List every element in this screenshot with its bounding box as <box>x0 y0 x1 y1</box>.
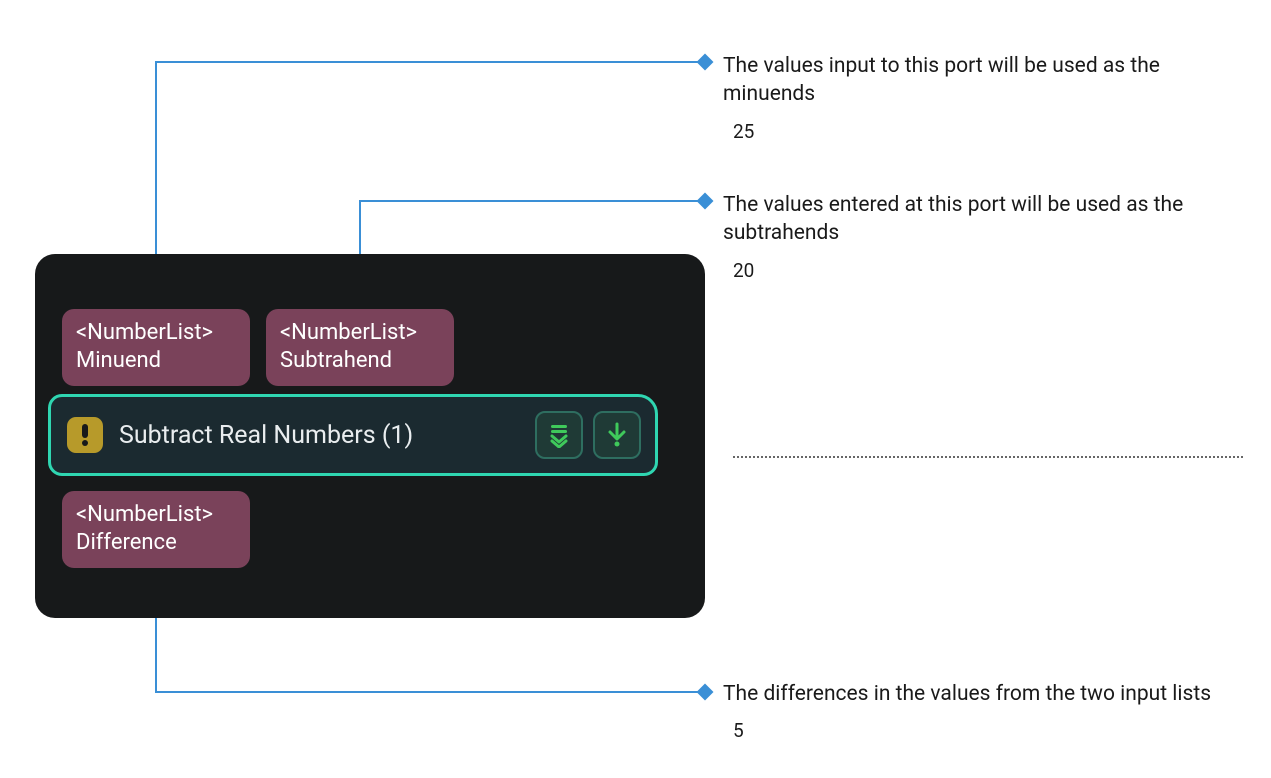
annotation-subtrahend: The values entered at this port will be … <box>723 191 1233 283</box>
run-down-button[interactable] <box>593 411 641 459</box>
annotation-difference: The differences in the values from the t… <box>723 680 1233 744</box>
node-actions <box>535 411 641 459</box>
warning-badge <box>67 417 103 453</box>
annotation-text: The values input to this port will be us… <box>723 52 1233 109</box>
annotation-value: 20 <box>733 258 1233 284</box>
expand-all-button[interactable] <box>535 411 583 459</box>
port-type-label: <NumberList> <box>280 319 440 347</box>
annotation-text: The values entered at this port will be … <box>723 191 1233 248</box>
annotation-value: 25 <box>733 119 1233 145</box>
diamond-icon <box>697 684 714 701</box>
port-name-label: Subtrahend <box>280 347 440 375</box>
diagram-canvas: <NumberList> Minuend <NumberList> Subtra… <box>0 0 1271 778</box>
port-type-label: <NumberList> <box>76 501 236 529</box>
divider-line <box>733 456 1243 458</box>
port-difference[interactable]: <NumberList> Difference <box>62 491 250 568</box>
annotation-minuend: The values input to this port will be us… <box>723 52 1233 144</box>
node-title: Subtract Real Numbers (1) <box>119 421 535 450</box>
port-subtrahend[interactable]: <NumberList> Subtrahend <box>266 309 454 386</box>
node-titlebar[interactable]: Subtract Real Numbers (1) <box>48 394 658 476</box>
annotation-value: 5 <box>733 718 1233 744</box>
arrow-down-dot-icon <box>606 422 628 448</box>
exclamation-icon <box>80 423 90 447</box>
port-name-label: Minuend <box>76 347 236 375</box>
port-minuend[interactable]: <NumberList> Minuend <box>62 309 250 386</box>
port-type-label: <NumberList> <box>76 319 236 347</box>
double-chevron-down-icon <box>546 422 572 448</box>
diamond-icon <box>697 193 714 210</box>
port-name-label: Difference <box>76 529 236 557</box>
annotation-text: The differences in the values from the t… <box>723 680 1233 708</box>
diamond-icon <box>697 54 714 71</box>
